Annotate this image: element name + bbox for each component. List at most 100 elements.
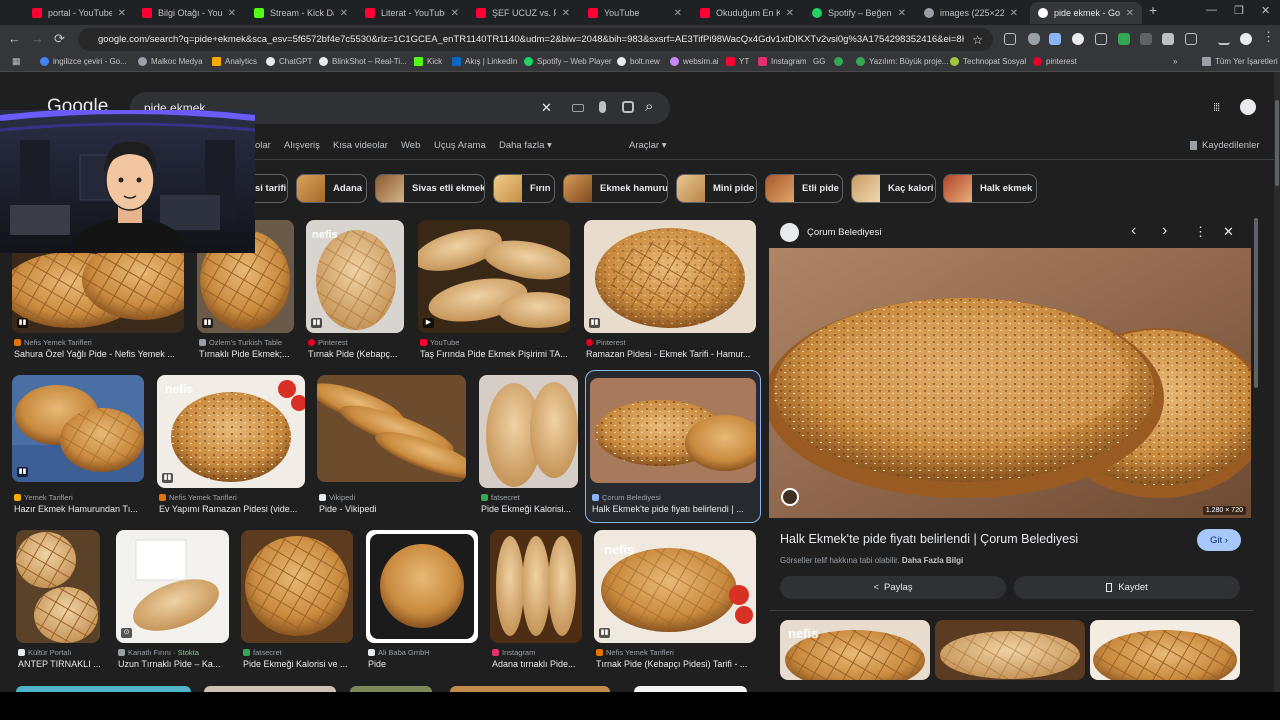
save-button[interactable]: Kaydet [1014,576,1240,599]
minimize-button[interactable]: — [1206,4,1217,16]
keyboard-icon[interactable] [572,104,584,112]
nav-link-flights[interactable]: Uçuş Arama [434,140,486,151]
chip-suggestion[interactable]: Sivas etli ekmek [375,174,485,203]
browser-tab[interactable]: Okuduğum En Korkı✕ [692,2,802,24]
related-image[interactable] [1090,620,1240,680]
extension-icon[interactable] [1049,33,1061,45]
extension-icon[interactable] [1118,33,1130,45]
search-icon[interactable]: ⌕ [645,98,653,115]
address-bar[interactable]: google.com/search?q=pide+ekmek&sca_esv=5… [78,28,993,51]
bookmark-item[interactable]: GG [813,57,825,66]
close-tab-icon[interactable]: ✕ [674,8,682,19]
preview-title[interactable]: Halk Ekmek'te pide fiyatı belirlendi | Ç… [780,532,1078,546]
bookmark-item[interactable]: Yazılım: Büyük proje... [856,57,948,66]
browser-tab-active[interactable]: pide ekmek - Googl✕ [1030,2,1142,24]
visit-button[interactable]: Git › [1197,529,1241,551]
browser-tab[interactable]: ŞEF UCUZ vs. PAHA✕ [468,2,578,24]
close-tab-icon[interactable]: ✕ [340,8,348,19]
back-button[interactable]: ← [8,31,21,46]
forward-button[interactable]: → [31,31,44,46]
image-result[interactable]: nefis ▮▮ Nefis Yemek Tarifleri Ev Yapımı… [157,375,305,515]
image-result[interactable]: Vikipedi Pide - Vikipedi [317,375,466,515]
bookmark-item[interactable]: pinterest [1033,57,1077,66]
chip-suggestion[interactable]: Fırın [493,174,555,203]
lens-icon[interactable] [1004,33,1016,45]
related-image[interactable] [935,620,1085,680]
image-result[interactable]: ▮▮ Pinterest Ramazan Pidesi - Ekmek Tari… [584,220,756,360]
bookmark-item[interactable]: GG [834,57,847,66]
related-image[interactable]: nefis [780,620,930,680]
bookmark-item[interactable]: Malkoc Medya [138,57,203,66]
preview-image[interactable]: 1.280 × 720 [769,248,1251,518]
close-tab-icon[interactable]: ✕ [1126,8,1134,19]
media-icon[interactable] [1218,33,1230,45]
close-tab-icon[interactable]: ✕ [228,8,236,19]
previous-image-button[interactable]: ‹ [1131,222,1136,240]
browser-tab[interactable]: Literat - YouTube ✕ [357,2,467,24]
close-tab-icon[interactable]: ✕ [898,8,906,19]
tools-button[interactable]: Araçlar ▾ [629,140,667,151]
extension-icon[interactable] [1095,33,1107,45]
chip-suggestion[interactable]: Halk ekmek [943,174,1037,203]
nav-link-more[interactable]: Daha fazla ▾ [499,140,552,151]
more-options-icon[interactable]: ⋮ [1194,224,1207,240]
image-result[interactable]: ▶ YouTube Taş Fırında Pide Ekmek Pişirim… [418,220,570,360]
browser-tab[interactable]: portal - YouTube ✕ [24,2,134,24]
extension-icon[interactable] [1162,33,1174,45]
image-result[interactable]: fatsecret Pide Ekmeği Kalorisi... [479,375,578,515]
lens-search-icon[interactable] [781,488,799,506]
browser-tab[interactable]: Stream - Kick Dashb✕ [246,2,356,24]
image-result[interactable]: nefis ▮▮ Nefis Yemek Tarifleri Tırnak Pi… [594,530,756,670]
bookmark-item[interactable]: Spotify – Web Player [524,57,612,66]
bookmark-item[interactable]: Instagram [758,57,807,66]
profile-avatar[interactable] [1240,33,1252,45]
image-result[interactable]: ▮▮ Yemek Tarifleri Hazır Ekmek Hamurunda… [12,375,144,515]
new-tab-button[interactable]: + [1149,2,1157,18]
bookmark-item[interactable]: ingilizce çeviri - Go... [40,57,127,66]
extension-icon[interactable] [1072,33,1084,45]
page-scrollbar-thumb[interactable] [1275,100,1279,186]
bookmark-item[interactable]: Technopat Sosyal [950,57,1026,66]
next-image-button[interactable]: › [1162,222,1167,240]
bookmark-item[interactable]: ChatGPT [266,57,312,66]
apps-grid-icon[interactable]: ▦ [12,56,21,67]
bookmark-star-icon[interactable]: ☆ [972,33,983,47]
image-result[interactable]: Kültür Portalı ANTEP TIRNAKLI ... [16,530,101,670]
chip-suggestion[interactable]: Ekmek hamuru [563,174,668,203]
account-avatar[interactable] [1240,99,1256,115]
nav-link-short-videos[interactable]: Kısa videolar [333,140,388,151]
close-preview-icon[interactable]: ✕ [1223,224,1234,240]
nav-link-web[interactable]: Web [401,140,420,151]
browser-tab[interactable]: images (225×225)✕ [916,2,1026,24]
lens-icon[interactable] [622,101,634,113]
chip-suggestion[interactable]: Kaç kalori [851,174,936,203]
browser-tab[interactable]: YouTube ✕ [580,2,690,24]
clear-search-icon[interactable]: ✕ [541,100,552,116]
close-tab-icon[interactable]: ✕ [786,8,794,19]
close-window-button[interactable]: ✕ [1261,4,1270,17]
extension-shield-icon[interactable] [1028,33,1040,45]
share-button[interactable]: < Paylaş [780,576,1006,599]
image-result[interactable]: Instagram Adana tırnaklı Pide... [490,530,582,670]
image-result[interactable]: fatsecret Pide Ekmeği Kalorisi ve ... [241,530,353,670]
all-bookmarks[interactable]: Tüm Yer İşaretleri [1202,57,1278,66]
google-apps-icon[interactable]: ⁞⁞⁞ [1213,102,1220,114]
preview-scrollbar[interactable] [1254,218,1258,388]
bookmark-item[interactable]: Kick [414,57,442,66]
chip-suggestion[interactable]: Etli pide [765,174,843,203]
extensions-puzzle-icon[interactable] [1185,33,1197,45]
close-tab-icon[interactable]: ✕ [451,8,459,19]
image-result[interactable]: nefis ▮▮ Pinterest Tırnak Pide (Kebapç..… [306,220,404,360]
preview-source[interactable]: Çorum Belediyesi [807,227,881,238]
reload-button[interactable]: ⟳ [54,31,65,47]
chrome-menu-icon[interactable]: ⋮ [1262,29,1275,45]
extension-icon[interactable] [1140,33,1152,45]
close-tab-icon[interactable]: ✕ [562,8,570,19]
image-result[interactable]: ⊙ Kanatlı Fırını · Stokta Uzun Tırnaklı … [116,530,229,670]
microphone-icon[interactable] [599,101,606,113]
bookmark-item[interactable]: Akış | LinkedIn [452,57,517,66]
bookmark-item[interactable]: BlinkShot – Real-Ti... [319,57,407,66]
chip-suggestion[interactable]: Mini pide [676,174,757,203]
chip-suggestion[interactable]: Adana [296,174,367,203]
browser-tab[interactable]: Bilgi Otağı - YouTube✕ [134,2,244,24]
